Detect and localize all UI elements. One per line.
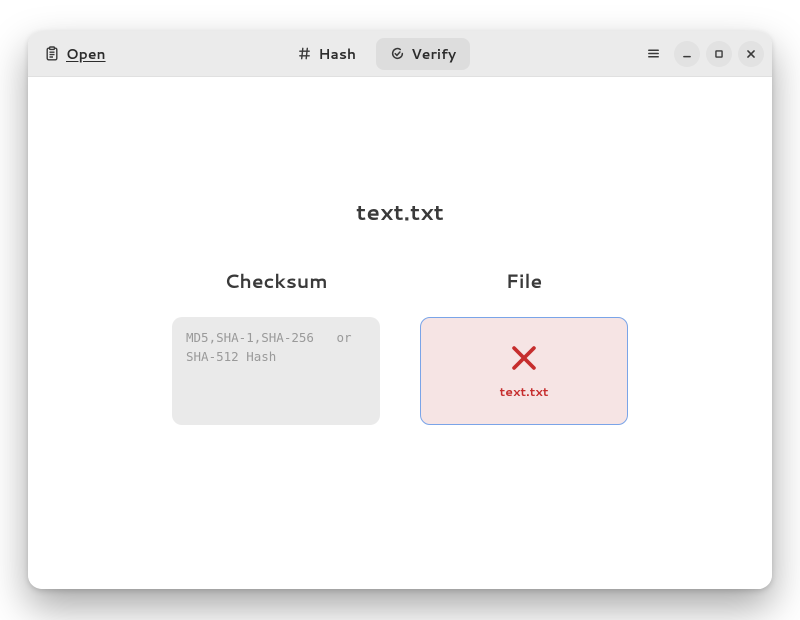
headerbar-center: Hash Verify [122, 38, 632, 70]
headerbar-right [640, 41, 764, 67]
tab-hash[interactable]: Hash [283, 38, 370, 70]
paste-icon [44, 46, 60, 62]
tab-verify[interactable]: Verify [376, 38, 470, 70]
tab-verify-label: Verify [411, 44, 456, 64]
minimize-icon [680, 47, 694, 61]
menu-button[interactable] [640, 41, 666, 67]
open-button-label: Open [66, 44, 106, 64]
open-button[interactable]: Open [36, 40, 114, 68]
content-area: text.txt Checksum MD5,SHA-1,SHA-256 or S… [28, 77, 772, 589]
checksum-input[interactable]: MD5,SHA-1,SHA-256 or SHA-512 Hash [172, 317, 380, 425]
app-window: Open Hash [28, 31, 772, 589]
file-dropzone-label: text.txt [499, 383, 548, 401]
checksum-heading: Checksum [224, 268, 327, 295]
file-column: File text.txt [420, 268, 628, 425]
hash-icon [297, 46, 312, 61]
headerbar: Open Hash [28, 31, 772, 77]
verify-icon [390, 46, 405, 61]
verify-columns: Checksum MD5,SHA-1,SHA-256 or SHA-512 Ha… [172, 268, 628, 425]
tab-hash-label: Hash [318, 44, 356, 64]
maximize-button[interactable] [706, 41, 732, 67]
error-x-icon [507, 341, 541, 375]
minimize-button[interactable] [674, 41, 700, 67]
hamburger-icon [646, 46, 661, 61]
checksum-column: Checksum MD5,SHA-1,SHA-256 or SHA-512 Ha… [172, 268, 380, 425]
maximize-icon [712, 47, 726, 61]
close-icon [744, 47, 758, 61]
headerbar-left: Open [36, 40, 114, 68]
file-dropzone[interactable]: text.txt [420, 317, 628, 425]
close-button[interactable] [738, 41, 764, 67]
file-heading: File [506, 268, 542, 295]
page-title: text.txt [356, 197, 444, 228]
